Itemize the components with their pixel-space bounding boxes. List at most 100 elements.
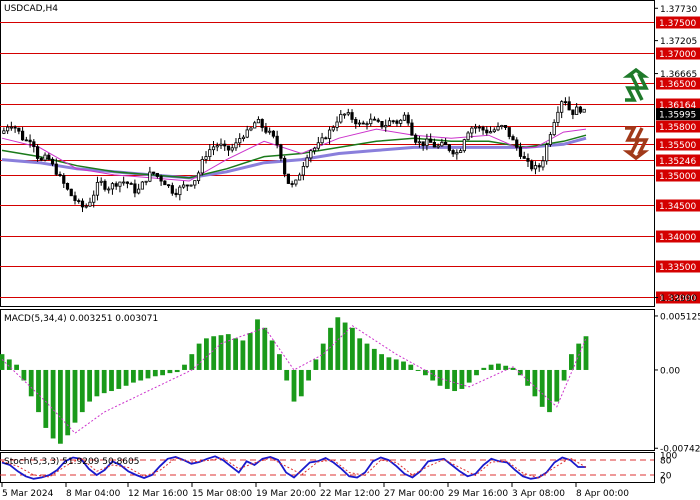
level-tag-label: 1.33500 (659, 263, 696, 273)
candle-body (58, 173, 62, 176)
macd-label: MACD(5,34,4) 0.003251 0.003071 (4, 314, 158, 324)
symbol-label: USDCAD,H4 (4, 4, 58, 14)
price-panel (0, 0, 655, 307)
candle-body (410, 122, 414, 136)
candle-body (200, 159, 204, 174)
macd-bar (116, 369, 122, 389)
candle-body (47, 154, 51, 160)
macd-bar (401, 361, 406, 370)
macd-bar (262, 327, 268, 370)
candle-body (571, 109, 575, 115)
candle-body (451, 150, 455, 155)
candle-body (178, 186, 182, 196)
macd-bar (255, 319, 260, 370)
candle-body (148, 171, 152, 182)
macd-bar (510, 367, 516, 370)
candle-body (552, 122, 556, 136)
macd-bar (284, 369, 290, 381)
candle-body (129, 183, 133, 185)
time-tick-label: 15 Mar 08:00 (192, 489, 252, 499)
price-tick-label: 1.36665 (660, 70, 697, 80)
macd-bar (576, 343, 582, 370)
candle-body (432, 141, 436, 148)
candle-body (256, 119, 261, 124)
macd-bar (152, 369, 158, 377)
macd-bar (87, 369, 92, 402)
current-price-label: 1.35995 (659, 111, 696, 121)
macd-bar (269, 340, 275, 370)
candle-body (189, 184, 193, 187)
candle-body (309, 150, 313, 159)
candle-body (391, 120, 395, 123)
candle-body (298, 174, 302, 181)
level-tag-label: 1.37500 (659, 19, 696, 29)
candle-body (301, 166, 305, 176)
macd-bar (371, 348, 377, 370)
candle-body (13, 126, 17, 129)
candle-body (283, 157, 287, 175)
candle-body (125, 181, 130, 184)
candle-body (578, 106, 582, 113)
candle-body (32, 141, 36, 148)
candle-body (84, 205, 88, 208)
candle-body (181, 184, 186, 188)
candle-body (369, 118, 373, 125)
candle-body (503, 125, 508, 128)
macd-bar (123, 369, 129, 386)
time-tick-label: 5 Mar 2024 (2, 489, 54, 499)
candle-body (226, 145, 231, 151)
candle-body (99, 180, 103, 183)
macd-bar (364, 343, 370, 370)
candle-body (335, 121, 339, 128)
time-tick-label: 29 Mar 16:00 (448, 489, 508, 499)
candle-body (122, 181, 126, 184)
candle-body (537, 165, 541, 168)
candle-body (387, 120, 392, 126)
candle-body (144, 180, 148, 183)
macd-bar (43, 369, 49, 428)
candle-body (249, 127, 253, 131)
candle-body (511, 136, 515, 141)
time-tick-label: 27 Mar 00:00 (384, 489, 444, 499)
candle-body (245, 129, 249, 138)
candle-body (140, 181, 144, 190)
candle-body (35, 146, 40, 159)
macd-bar (196, 343, 202, 370)
macd-bar (174, 369, 180, 373)
candle-body (9, 126, 13, 129)
macd-bar (583, 336, 589, 370)
candle-body (95, 181, 100, 196)
candle-body (152, 171, 156, 174)
candle-body (223, 143, 227, 147)
candle-body (110, 183, 115, 190)
stoch-label: Stoch(5,3,3) 51.9209 50.8605 (4, 457, 139, 467)
candle-body (118, 181, 122, 187)
macd-bar (167, 369, 173, 374)
candle-body (17, 127, 21, 132)
macd-bar (101, 369, 107, 394)
candle-body (384, 125, 388, 128)
candle-body (500, 125, 504, 128)
candle-body (2, 130, 6, 134)
macd-tick-label: 0.005125 (660, 312, 700, 322)
time-tick-label: 22 Mar 12:00 (320, 489, 380, 499)
candle-body (159, 176, 163, 182)
macd-bar (225, 334, 231, 370)
time-tick-label: 8 Apr 00:00 (576, 489, 629, 499)
macd-bar (561, 369, 567, 381)
candle-body (260, 119, 264, 128)
candle-body (327, 129, 332, 139)
macd-bar (481, 367, 487, 370)
macd-bar (554, 369, 560, 402)
candle-body (204, 156, 208, 160)
candle-body (234, 142, 238, 149)
candle-body (271, 130, 276, 137)
candle-body (88, 201, 92, 207)
candle-body (402, 114, 407, 121)
candle-body (54, 163, 58, 175)
macd-bar (218, 335, 224, 370)
candle-body (421, 141, 425, 147)
macd-bar (50, 369, 56, 439)
candle-body (264, 127, 268, 133)
macd-bar (408, 364, 414, 370)
